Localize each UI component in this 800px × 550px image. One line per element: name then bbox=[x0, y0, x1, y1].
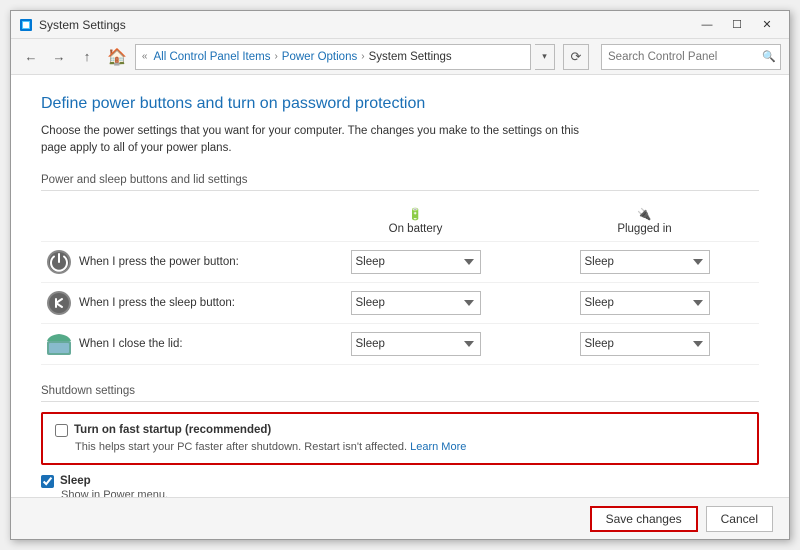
sleep-group: Sleep Show in Power menu. bbox=[41, 475, 759, 498]
sleep-button-label: When I press the sleep button: bbox=[79, 297, 235, 309]
forward-button[interactable]: → bbox=[47, 45, 71, 69]
refresh-button[interactable]: ⟳ bbox=[563, 44, 589, 70]
col-header-plugged-in: 🔌 Plugged in bbox=[530, 201, 759, 242]
content-area: Define power buttons and turn on passwor… bbox=[11, 75, 789, 497]
search-box: 🔍 bbox=[601, 44, 781, 70]
fast-startup-desc: This helps start your PC faster after sh… bbox=[75, 441, 745, 453]
sleep-label: Sleep bbox=[60, 475, 91, 487]
row-label-cell: When I close the lid: bbox=[41, 323, 301, 364]
learn-more-link[interactable]: Learn More bbox=[410, 441, 466, 453]
minimize-button[interactable]: — bbox=[693, 11, 721, 39]
breadcrumb-dropdown[interactable]: ▾ bbox=[535, 44, 555, 70]
power-on-battery-select[interactable]: Sleep Do nothing Hibernate Shut down Tur… bbox=[351, 250, 481, 274]
main-window: System Settings — ☐ ✕ ← → ↑ 🏠 « All Cont… bbox=[10, 10, 790, 540]
fast-startup-checkbox[interactable] bbox=[55, 424, 68, 437]
maximize-button[interactable]: ☐ bbox=[723, 11, 751, 39]
breadcrumb-sep-2: › bbox=[361, 51, 364, 62]
power-on-battery-cell: Sleep Do nothing Hibernate Shut down Tur… bbox=[301, 241, 530, 282]
search-icon: 🔍 bbox=[762, 50, 776, 63]
power-plugged-in-cell: Sleep Do nothing Hibernate Shut down Tur… bbox=[530, 241, 759, 282]
breadcrumb: « All Control Panel Items › Power Option… bbox=[135, 44, 531, 70]
nav-folder-icon: 🏠 bbox=[107, 47, 127, 67]
lid-on-battery-select[interactable]: Sleep Do nothing Hibernate Shut down bbox=[351, 332, 481, 356]
plug-column-icon: 🔌 bbox=[540, 207, 749, 221]
shutdown-section: Shutdown settings Turn on fast startup (… bbox=[41, 385, 759, 498]
cancel-button[interactable]: Cancel bbox=[706, 506, 773, 532]
sleep-on-battery-select[interactable]: Sleep Do nothing Hibernate Shut down bbox=[351, 291, 481, 315]
nav-bar: ← → ↑ 🏠 « All Control Panel Items › Powe… bbox=[11, 39, 789, 75]
battery-column-icon: 🔋 bbox=[311, 207, 520, 221]
power-settings-table: 🔋 On battery 🔌 Plugged in bbox=[41, 201, 759, 365]
sleep-button-icon bbox=[45, 289, 73, 317]
sleep-checkbox[interactable] bbox=[41, 475, 54, 488]
lid-plugged-in-select[interactable]: Sleep Do nothing Hibernate Shut down bbox=[580, 332, 710, 356]
lid-label: When I close the lid: bbox=[79, 338, 183, 350]
col-header-on-battery: 🔋 On battery bbox=[301, 201, 530, 242]
power-section-label: Power and sleep buttons and lid settings bbox=[41, 174, 759, 191]
window-icon bbox=[19, 18, 33, 32]
page-desc-line2: page apply to all of your power plans. bbox=[41, 142, 232, 154]
row-label-cell: When I press the power button: bbox=[41, 241, 301, 282]
sleep-row: Sleep bbox=[41, 475, 759, 488]
row-label-cell: When I press the sleep button: bbox=[41, 282, 301, 323]
save-changes-button[interactable]: Save changes bbox=[590, 506, 698, 532]
sleep-on-battery-cell: Sleep Do nothing Hibernate Shut down bbox=[301, 282, 530, 323]
breadcrumb-sep-1: › bbox=[274, 51, 277, 62]
search-input[interactable] bbox=[608, 51, 762, 63]
lid-plugged-in-cell: Sleep Do nothing Hibernate Shut down bbox=[530, 323, 759, 364]
up-button[interactable]: ↑ bbox=[75, 45, 99, 69]
fast-startup-row: Turn on fast startup (recommended) bbox=[55, 424, 745, 437]
shutdown-section-label: Shutdown settings bbox=[41, 385, 759, 402]
page-desc: Choose the power settings that you want … bbox=[41, 123, 759, 158]
table-row: When I close the lid: Sleep Do nothing H… bbox=[41, 323, 759, 364]
power-button-label: When I press the power button: bbox=[79, 256, 239, 268]
power-button-icon bbox=[45, 248, 73, 276]
sleep-plugged-in-select[interactable]: Sleep Do nothing Hibernate Shut down bbox=[580, 291, 710, 315]
footer-bar: Save changes Cancel bbox=[11, 497, 789, 539]
lid-on-battery-cell: Sleep Do nothing Hibernate Shut down bbox=[301, 323, 530, 364]
title-bar-controls: — ☐ ✕ bbox=[693, 11, 781, 39]
page-desc-line1: Choose the power settings that you want … bbox=[41, 125, 579, 137]
lid-icon bbox=[45, 330, 73, 358]
table-row: When I press the power button: Sleep Do … bbox=[41, 241, 759, 282]
breadcrumb-system-settings: System Settings bbox=[369, 51, 452, 63]
sleep-desc: Show in Power menu. bbox=[61, 489, 759, 498]
page-title: Define power buttons and turn on passwor… bbox=[41, 95, 759, 113]
title-bar: System Settings — ☐ ✕ bbox=[11, 11, 789, 39]
fast-startup-box: Turn on fast startup (recommended) This … bbox=[41, 412, 759, 465]
window-title: System Settings bbox=[39, 18, 693, 32]
breadcrumb-sep-start: « bbox=[142, 51, 148, 62]
breadcrumb-power-options[interactable]: Power Options bbox=[282, 51, 357, 63]
sleep-plugged-in-cell: Sleep Do nothing Hibernate Shut down bbox=[530, 282, 759, 323]
breadcrumb-all-control-panel[interactable]: All Control Panel Items bbox=[153, 51, 270, 63]
table-row: When I press the sleep button: Sleep Do … bbox=[41, 282, 759, 323]
back-button[interactable]: ← bbox=[19, 45, 43, 69]
fast-startup-label: Turn on fast startup (recommended) bbox=[74, 424, 271, 436]
power-plugged-in-select[interactable]: Sleep Do nothing Hibernate Shut down Tur… bbox=[580, 250, 710, 274]
col-header-empty bbox=[41, 201, 301, 242]
close-button[interactable]: ✕ bbox=[753, 11, 781, 39]
